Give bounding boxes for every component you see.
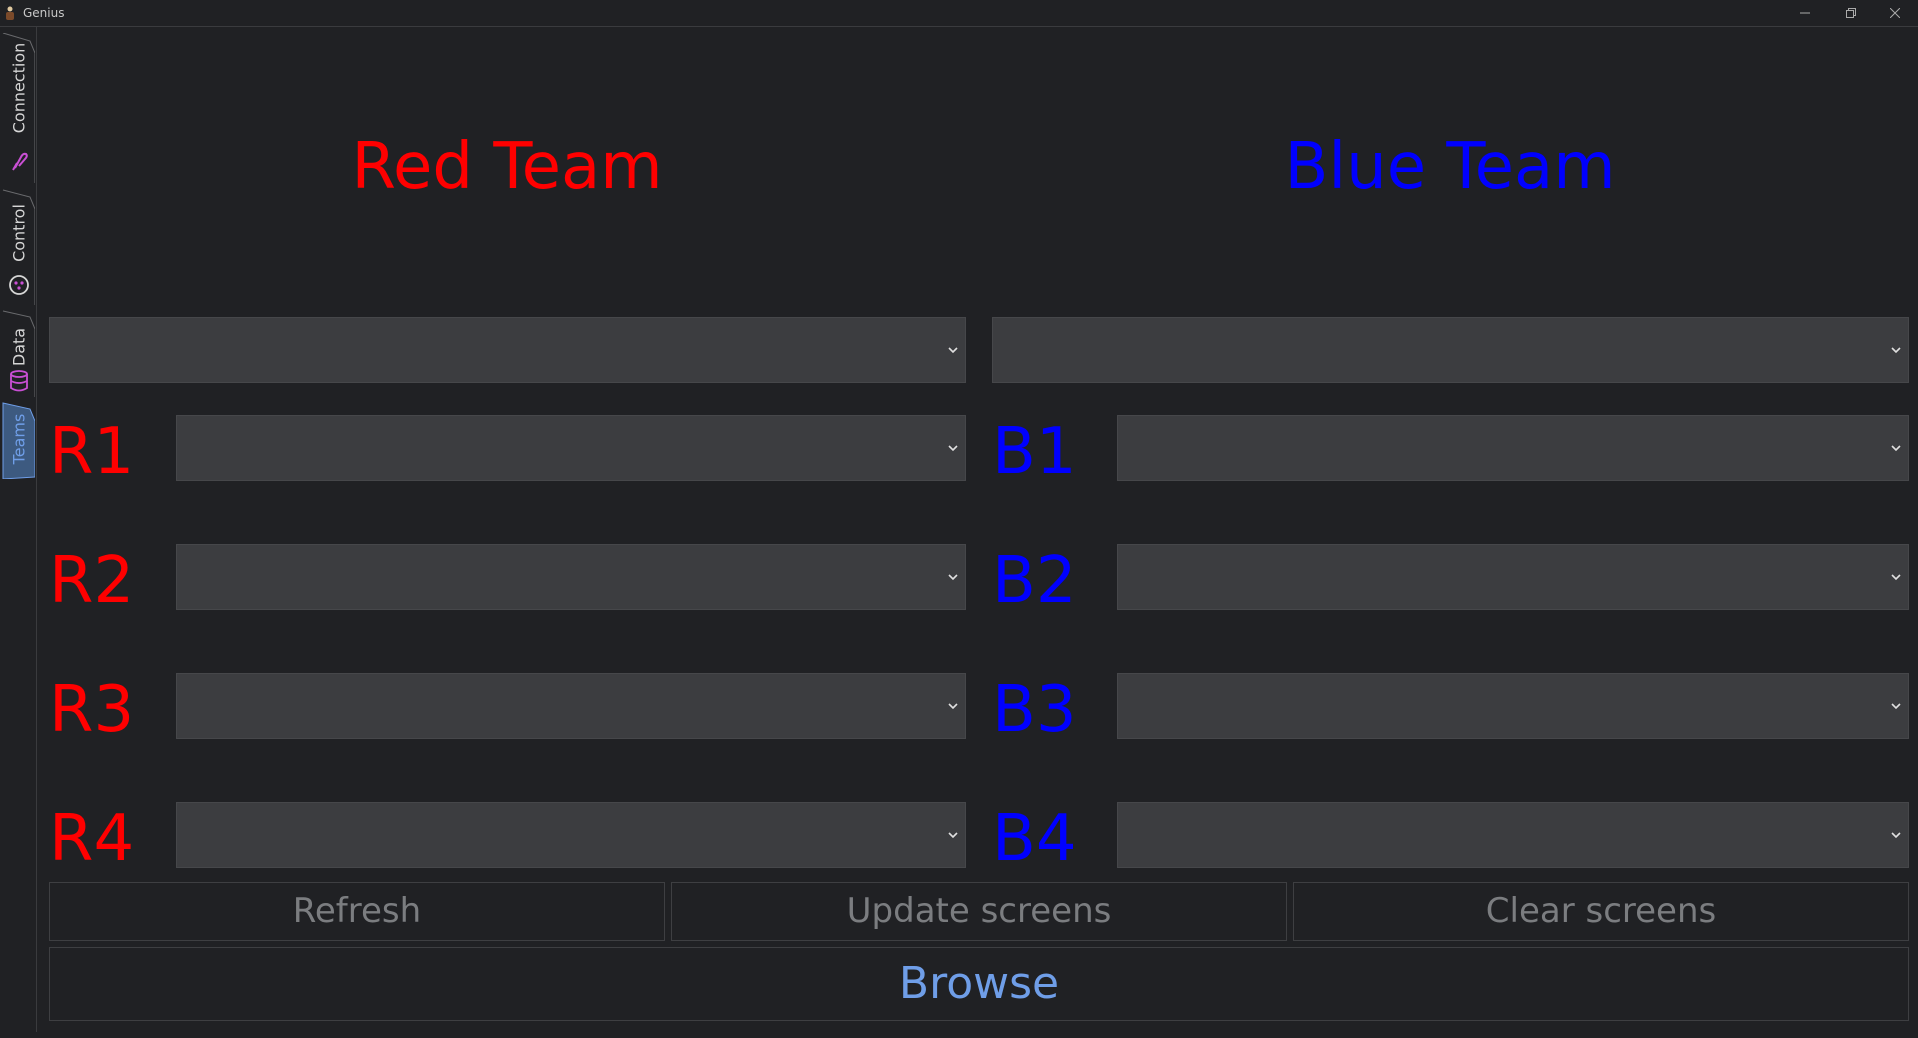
close-icon [1890, 8, 1900, 18]
red-team-select[interactable] [49, 317, 966, 383]
minimize-icon [1800, 12, 1810, 14]
red-slot-4-label: R4 [49, 802, 135, 876]
blue-slot-4-select[interactable] [1117, 802, 1909, 868]
tab-data-label: Data [9, 327, 28, 367]
chevron-down-icon [1891, 347, 1901, 354]
browse-button[interactable]: Browse [49, 947, 1909, 1021]
red-slot-4-select[interactable] [176, 802, 966, 868]
gamepad-icon [9, 275, 29, 295]
red-slot-1-label: R1 [49, 415, 135, 489]
tab-connection[interactable]: Connection [2, 33, 35, 183]
chevron-down-icon [948, 703, 958, 710]
blue-slot-1-select[interactable] [1117, 415, 1909, 481]
red-slot-3-label: R3 [49, 673, 135, 747]
database-icon [10, 370, 28, 392]
blue-slot-1-label: B1 [992, 415, 1077, 489]
chevron-down-icon [1891, 703, 1901, 710]
close-button[interactable] [1872, 0, 1918, 26]
tab-control-label: Control [9, 204, 28, 262]
blue-team-select[interactable] [992, 317, 1909, 383]
blue-team-title: Blue Team [1284, 130, 1616, 204]
blue-slot-3-label: B3 [992, 673, 1077, 747]
title-bar: Genius [0, 0, 1918, 27]
chevron-down-icon [948, 445, 958, 452]
chevron-down-icon [948, 832, 958, 839]
update-screens-button[interactable]: Update screens [671, 882, 1287, 941]
chevron-down-icon [1891, 445, 1901, 452]
chevron-down-icon [948, 347, 958, 354]
red-team-title: Red Team [351, 130, 663, 204]
red-slot-2-select[interactable] [176, 544, 966, 610]
red-slot-1-select[interactable] [176, 415, 966, 481]
chevron-down-icon [1891, 574, 1901, 581]
tab-teams-label: Teams [9, 413, 28, 465]
window-title: Genius [23, 6, 65, 20]
chevron-down-icon [948, 574, 958, 581]
tab-control[interactable]: Control [2, 185, 35, 305]
minimize-button[interactable] [1782, 0, 1828, 26]
tab-connection-label: Connection [9, 42, 28, 134]
blue-slot-2-select[interactable] [1117, 544, 1909, 610]
chevron-down-icon [1891, 832, 1901, 839]
tab-teams[interactable]: Teams [2, 399, 35, 479]
tab-bar: Connection Control Data Teams [0, 27, 37, 1032]
clear-screens-button[interactable]: Clear screens [1293, 882, 1909, 941]
plug-icon [12, 152, 28, 171]
app-icon [6, 6, 14, 20]
blue-slot-2-label: B2 [992, 544, 1077, 618]
tab-data[interactable]: Data [2, 307, 35, 397]
restore-button[interactable] [1828, 0, 1874, 26]
red-slot-2-label: R2 [49, 544, 135, 618]
red-slot-3-select[interactable] [176, 673, 966, 739]
blue-slot-4-label: B4 [992, 802, 1077, 876]
refresh-button[interactable]: Refresh [49, 882, 665, 941]
restore-icon [1846, 8, 1856, 18]
blue-slot-3-select[interactable] [1117, 673, 1909, 739]
